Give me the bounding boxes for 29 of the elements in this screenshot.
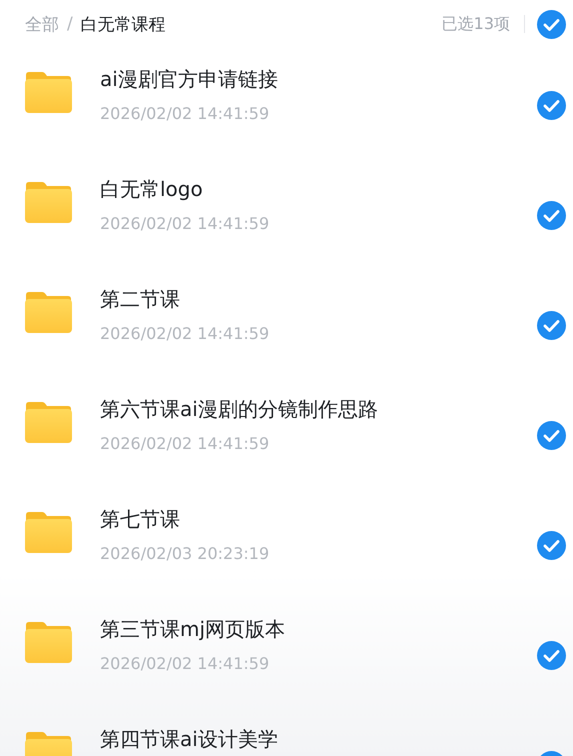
folder-icon (24, 291, 72, 333)
folder-name[interactable]: 第四节课ai设计美学 (100, 725, 537, 753)
item-checkbox[interactable] (537, 421, 566, 450)
selected-count: 已选13项 (442, 14, 510, 34)
folder-icon (24, 181, 72, 223)
folder-name[interactable]: 第三节课mj网页版本 (100, 615, 537, 643)
folder-name[interactable]: 第二节课 (100, 285, 537, 313)
breadcrumb-separator: / (67, 14, 73, 34)
modified-date: 2026/02/02 14:41:59 (100, 654, 270, 674)
folder-icon (24, 621, 72, 663)
folder-icon (24, 511, 72, 553)
item-checkbox[interactable] (537, 201, 566, 230)
folder-icon (24, 401, 72, 443)
item-checkbox[interactable] (537, 531, 566, 560)
item-checkbox[interactable] (537, 311, 566, 340)
folder-name[interactable]: 白无常logo (100, 175, 537, 203)
item-checkbox[interactable] (537, 641, 566, 670)
select-all-checkbox[interactable] (537, 10, 566, 38)
folder-name[interactable]: 第六节课ai漫剧的分镜制作思路 (100, 395, 537, 423)
modified-date: 2026/02/03 20:23:19 (100, 544, 270, 564)
folder-icon (24, 71, 72, 113)
modified-date: 2026/02/02 14:41:59 (100, 214, 270, 234)
item-checkbox[interactable] (537, 91, 566, 120)
modified-date: 2026/02/02 14:41:59 (100, 434, 270, 454)
breadcrumb-item[interactable]: 白无常课程 (80, 12, 166, 36)
modified-date: 2026/02/02 14:41:59 (100, 104, 270, 124)
folder-name[interactable]: 第七节课 (100, 505, 537, 533)
modified-date: 2026/02/02 14:41:59 (100, 324, 270, 344)
folder-name[interactable]: ai漫剧官方申请链接 (100, 65, 537, 93)
